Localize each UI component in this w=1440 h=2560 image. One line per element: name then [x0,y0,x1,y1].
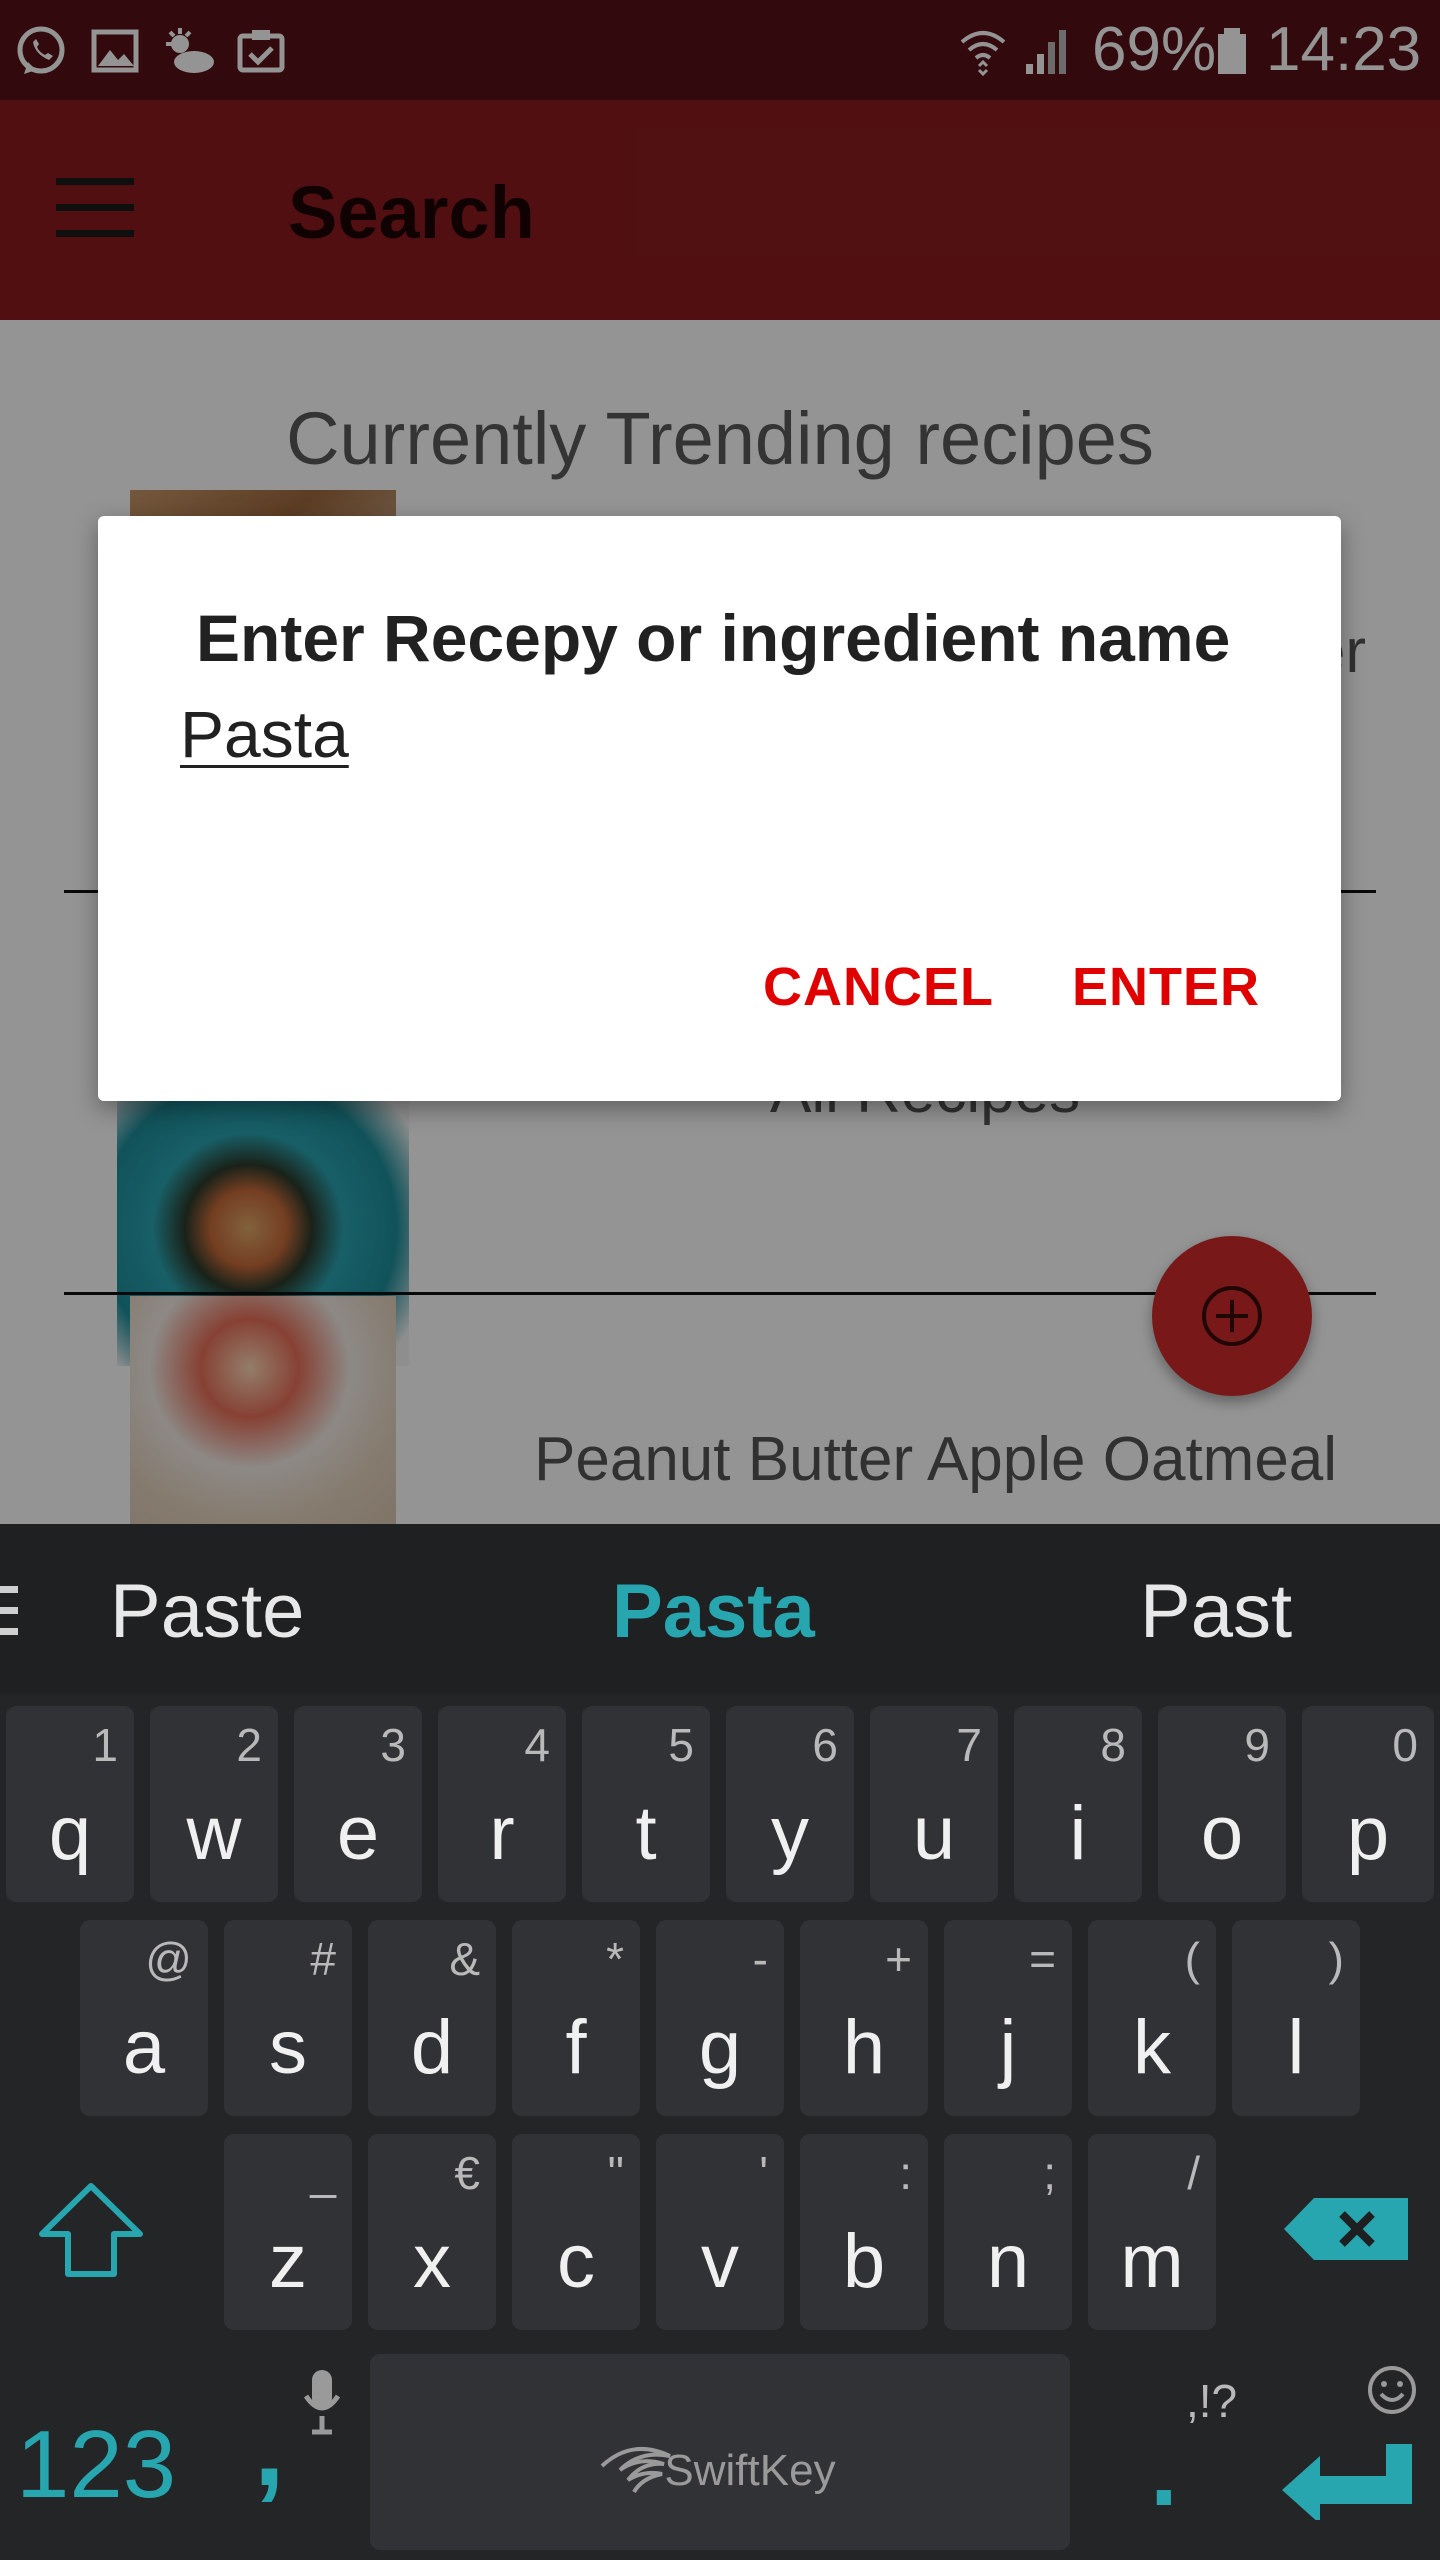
key-p[interactable]: 0p [1302,1706,1434,1902]
key-d[interactable]: & d [368,1920,496,2116]
search-input[interactable]: Pasta [180,696,349,772]
key-s[interactable]: # s [224,1920,352,2116]
key-i[interactable]: 8i [1014,1706,1142,1902]
key-x[interactable]: € x [368,2134,496,2330]
shift-arrow-icon [39,2183,143,2277]
key-q[interactable]: 1q [6,1706,134,1902]
enter-key-icon[interactable] [1280,2440,1414,2520]
period-key-hint: ,!? [1186,2375,1238,2427]
key-w[interactable]: 2w [150,1706,278,1902]
key-g[interactable]: -g [656,1920,784,2116]
backspace-icon [1284,2198,1408,2260]
key-j[interactable]: = j [944,1920,1072,2116]
key-u[interactable]: 7u [870,1706,998,1902]
backspace-key[interactable] [1280,2194,1412,2264]
key-l[interactable]: ) l [1232,1920,1360,2116]
key-r[interactable]: 4r [438,1706,566,1902]
soft-keyboard: Paste Pasta Past 1q 2w 3e 4r 5t 6y 7u 8i… [0,1524,1440,2560]
keyboard-menu-icon[interactable] [0,1586,18,1636]
key-c[interactable]: " c [512,2134,640,2330]
key-y[interactable]: 6y [726,1706,854,1902]
shift-key[interactable] [36,2180,156,2290]
comma-key[interactable]: , [254,2384,285,2511]
key-z[interactable]: _ z [224,2134,352,2330]
key-v[interactable]: ' v [656,2134,784,2330]
microphone-icon[interactable] [300,2366,344,2438]
key-h[interactable]: + h [800,1920,928,2116]
key-o[interactable]: 9o [1158,1706,1286,1902]
search-dialog: Enter Recepy or ingredient name Pasta CA… [98,516,1341,1101]
key-e[interactable]: 3e [294,1706,422,1902]
suggestion-bar: Paste Pasta Past [0,1524,1440,1694]
key-n[interactable]: ; n [944,2134,1072,2330]
key-m[interactable]: / m [1088,2134,1216,2330]
suggestion-item-selected[interactable]: Pasta [612,1568,815,1655]
dialog-title: Enter Recepy or ingredient name [196,601,1231,675]
numbers-key[interactable]: 123 [16,2410,176,2520]
key-b[interactable]: :b [800,2134,928,2330]
key-grid: 1q 2w 3e 4r 5t 6y 7u 8i 9o 0p @ a # s & d *… [0,1694,1440,2560]
emoji-icon[interactable] [1366,2364,1418,2416]
suggestion-item[interactable]: Past [1140,1568,1292,1655]
key-t[interactable]: 5t [582,1706,710,1902]
key-a[interactable]: @ a [80,1920,208,2116]
key-k[interactable]: (k [1088,1920,1216,2116]
key-f[interactable]: * f [512,1920,640,2116]
swiftkey-brand: SwiftKey [664,2446,836,2495]
period-key[interactable]: . [1150,2414,1178,2529]
cancel-button[interactable]: CANCEL [763,956,994,1018]
enter-button[interactable]: ENTER [1072,956,1260,1018]
space-bar[interactable]: SwiftKey [370,2354,1070,2550]
suggestion-item[interactable]: Paste [110,1568,304,1655]
